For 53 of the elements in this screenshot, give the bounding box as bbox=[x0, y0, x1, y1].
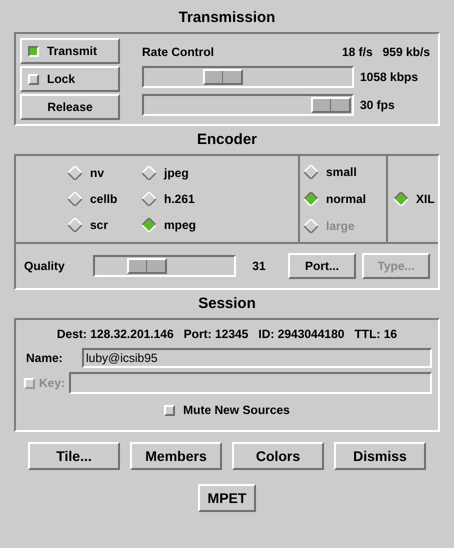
session-info: ID: 2943044180 bbox=[258, 326, 344, 343]
radio-button[interactable] bbox=[68, 166, 82, 180]
slider-thumb[interactable] bbox=[203, 69, 244, 85]
action-button[interactable]: Colors bbox=[232, 442, 324, 470]
section-title: Encoder bbox=[196, 130, 258, 150]
radio-button[interactable] bbox=[142, 218, 156, 232]
bit-rate-reading: 959 kb/s bbox=[382, 44, 430, 61]
format-label: nv bbox=[90, 165, 104, 182]
quality-reading: 31 bbox=[252, 258, 267, 275]
slider-track[interactable] bbox=[93, 255, 236, 277]
slider-reading: 1058 kbps bbox=[360, 69, 418, 86]
section-title: Transmission bbox=[178, 8, 276, 28]
checkbox[interactable] bbox=[28, 46, 39, 56]
release-button[interactable]: Release bbox=[20, 94, 120, 120]
radio-button[interactable] bbox=[394, 192, 408, 206]
quality-label: Quality bbox=[24, 258, 66, 275]
radio-button[interactable] bbox=[68, 218, 82, 232]
section-title: Session bbox=[197, 294, 257, 314]
slider-thumb[interactable] bbox=[311, 97, 352, 113]
device-label: XIL bbox=[416, 191, 435, 208]
format-label: h.261 bbox=[164, 191, 195, 208]
slider-thumb[interactable] bbox=[126, 258, 167, 274]
key-label: Key: bbox=[39, 375, 66, 392]
radio-button[interactable] bbox=[142, 192, 156, 206]
format-label: scr bbox=[90, 217, 108, 234]
format-label: cellb bbox=[90, 191, 118, 208]
format-label: mpeg bbox=[164, 217, 196, 234]
slider-track[interactable] bbox=[142, 94, 354, 116]
slider-track[interactable] bbox=[142, 66, 354, 88]
size-label: large bbox=[326, 218, 355, 236]
session-info: TTL: 16 bbox=[354, 326, 398, 343]
size-label: small bbox=[326, 164, 357, 181]
mute-label: Mute New Sources bbox=[183, 402, 290, 419]
frame-rate-reading: 18 f/s bbox=[342, 44, 373, 61]
action-button[interactable]: Tile... bbox=[28, 442, 120, 470]
session-info: Dest: 128.32.201.146 bbox=[56, 326, 174, 343]
toggle-button[interactable]: Lock bbox=[20, 66, 120, 92]
size-label: normal bbox=[326, 190, 366, 208]
format-label: jpeg bbox=[164, 165, 189, 182]
radio-button[interactable] bbox=[304, 192, 318, 206]
name-field[interactable]: luby@icsib95 bbox=[82, 348, 432, 368]
session-info: Port: 12345 bbox=[184, 326, 248, 343]
radio-button[interactable] bbox=[142, 166, 156, 180]
encoder-button[interactable]: Port... bbox=[288, 253, 356, 279]
name-label: Name: bbox=[26, 350, 64, 367]
mpet-button[interactable]: MPET bbox=[198, 484, 256, 512]
action-button[interactable]: Members bbox=[130, 442, 222, 470]
toggle-button[interactable]: Transmit bbox=[20, 38, 120, 64]
radio-button[interactable] bbox=[304, 164, 318, 179]
slider-reading: 30 fps bbox=[360, 97, 395, 114]
radio-button[interactable] bbox=[68, 192, 82, 206]
rate-control-label: Rate Control bbox=[142, 44, 214, 61]
action-button[interactable]: Dismiss bbox=[334, 442, 426, 470]
